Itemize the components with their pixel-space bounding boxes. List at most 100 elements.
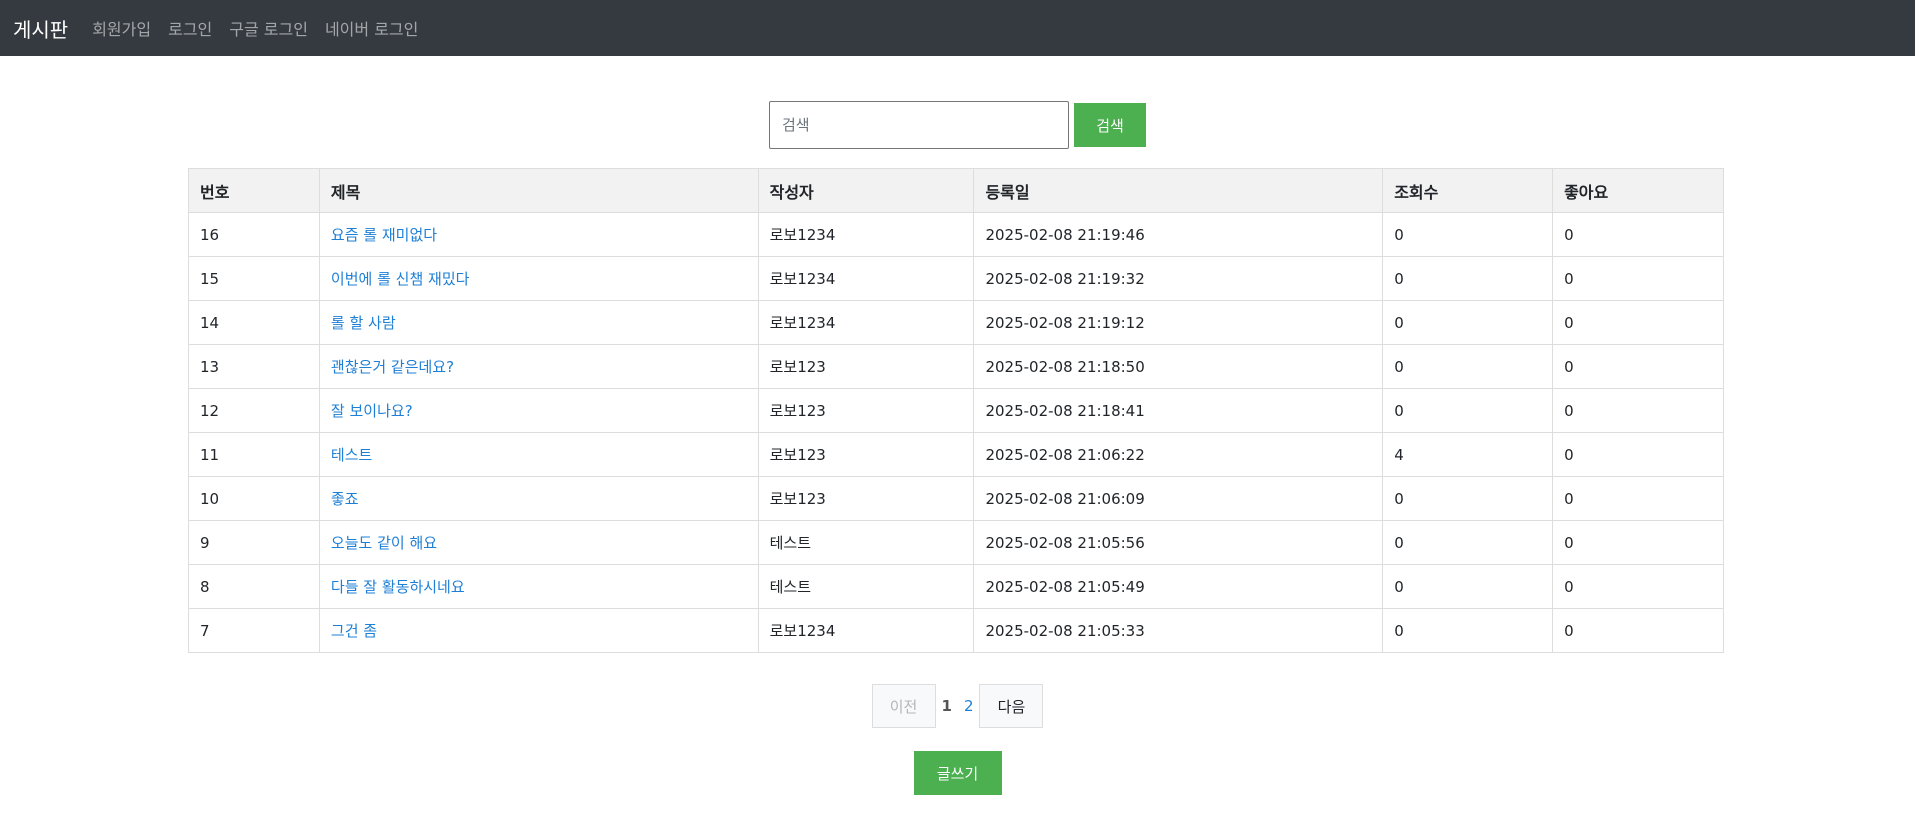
cell-author: 로보1234 xyxy=(769,314,836,332)
table-cell: 11 xyxy=(188,432,320,477)
table-cell: 2025-02-08 21:05:56 xyxy=(973,520,1384,565)
cell-author: 로보123 xyxy=(769,490,826,508)
search-input[interactable] xyxy=(769,101,1069,149)
cell-date: 2025-02-08 21:18:41 xyxy=(985,401,1145,420)
cell-author: 로보1234 xyxy=(769,270,836,288)
nav-signup-link[interactable]: 회원가입 xyxy=(92,16,151,40)
table-cell: 10 xyxy=(188,476,320,521)
cell-author: 로보1234 xyxy=(769,226,836,244)
cell-likes: 0 xyxy=(1564,445,1574,464)
next-page-button[interactable]: 다음 xyxy=(979,684,1044,728)
header-title: 제목 xyxy=(318,168,759,213)
table-cell: 0 xyxy=(1382,388,1554,433)
table-row: 16 요즘 롤 재미없다 로보1234 2025-02-08 21:19:46 0 0 xyxy=(188,212,1724,257)
table-cell: 0 xyxy=(1552,520,1724,565)
post-title-link[interactable]: 롤 할 사람 xyxy=(331,314,396,332)
cell-number: 16 xyxy=(200,225,220,244)
cell-date: 2025-02-08 21:19:32 xyxy=(985,269,1145,288)
cell-likes: 0 xyxy=(1564,577,1574,596)
table-cell: 15 xyxy=(188,256,320,301)
table-cell: 2025-02-08 21:19:12 xyxy=(973,300,1384,345)
table-cell: 이번에 롤 신챔 재밌다 xyxy=(318,256,759,301)
table-row: 15 이번에 롤 신챔 재밌다 로보1234 2025-02-08 21:19:32 0… xyxy=(188,256,1724,301)
search-button[interactable]: 검색 xyxy=(1074,103,1146,147)
table-cell: 4 xyxy=(1382,432,1554,477)
header-views: 조회수 xyxy=(1382,168,1554,213)
table-cell: 로보123 xyxy=(757,432,975,477)
page-1[interactable]: 1 xyxy=(942,697,952,715)
table-cell: 0 xyxy=(1382,476,1554,521)
post-title-link[interactable]: 테스트 xyxy=(331,446,372,464)
table-cell: 잘 보이나요? xyxy=(318,388,759,433)
table-cell: 2025-02-08 21:19:32 xyxy=(973,256,1384,301)
post-title-link[interactable]: 요즘 롤 재미없다 xyxy=(331,226,437,244)
post-title-link[interactable]: 다들 잘 활동하시네요 xyxy=(331,578,465,596)
table-cell: 0 xyxy=(1552,608,1724,653)
table-cell: 7 xyxy=(188,608,320,653)
cell-likes: 0 xyxy=(1564,489,1574,508)
table-row: 9 오늘도 같이 해요 테스트 2025-02-08 21:05:56 0 0 xyxy=(188,520,1724,565)
table-row: 8 다들 잘 활동하시네요 테스트 2025-02-08 21:05:49 0 0 xyxy=(188,564,1724,609)
prev-page-button[interactable]: 이전 xyxy=(871,684,936,728)
table-cell: 14 xyxy=(188,300,320,345)
nav-login-link[interactable]: 로그인 xyxy=(168,16,212,40)
nav-naver-login-link[interactable]: 네이버 로그인 xyxy=(325,16,418,40)
post-title-link[interactable]: 그건 좀 xyxy=(331,622,377,640)
table-cell: 오늘도 같이 해요 xyxy=(318,520,759,565)
cell-author: 테스트 xyxy=(769,578,811,596)
write-post-button[interactable]: 글쓰기 xyxy=(913,751,1002,795)
table-cell: 2025-02-08 21:05:49 xyxy=(973,564,1384,609)
cell-author: 테스트 xyxy=(769,534,811,552)
cell-number: 8 xyxy=(200,577,210,596)
cell-date: 2025-02-08 21:06:22 xyxy=(985,445,1145,464)
cell-number: 11 xyxy=(200,445,220,464)
brand-logo[interactable]: 게시판 xyxy=(13,14,68,43)
table-cell: 0 xyxy=(1382,608,1554,653)
table-cell: 9 xyxy=(188,520,320,565)
cell-date: 2025-02-08 21:18:50 xyxy=(985,357,1145,376)
page-2-link[interactable]: 2 xyxy=(964,697,974,715)
cell-views: 0 xyxy=(1394,357,1404,376)
table-row: 10 좋죠 로보123 2025-02-08 21:06:09 0 0 xyxy=(188,476,1724,521)
cell-date: 2025-02-08 21:05:56 xyxy=(985,533,1145,552)
cell-date: 2025-02-08 21:05:49 xyxy=(985,577,1145,596)
table-cell: 2025-02-08 21:19:46 xyxy=(973,212,1384,257)
cell-views: 4 xyxy=(1394,445,1404,464)
cell-views: 0 xyxy=(1394,313,1404,332)
table-cell: 0 xyxy=(1552,388,1724,433)
table-cell: 2025-02-08 21:18:50 xyxy=(973,344,1384,389)
post-title-link[interactable]: 괜찮은거 같은데요? xyxy=(331,358,454,376)
cell-date: 2025-02-08 21:05:33 xyxy=(985,621,1145,640)
table-cell: 요즘 롤 재미없다 xyxy=(318,212,759,257)
cell-likes: 0 xyxy=(1564,621,1574,640)
table-cell: 0 xyxy=(1382,300,1554,345)
nav-google-login-link[interactable]: 구글 로그인 xyxy=(229,16,308,40)
table-cell: 그건 좀 xyxy=(318,608,759,653)
table-cell: 로보1234 xyxy=(757,212,975,257)
post-title-link[interactable]: 잘 보이나요? xyxy=(331,402,413,420)
table-cell: 2025-02-08 21:18:41 xyxy=(973,388,1384,433)
table-cell: 로보123 xyxy=(757,388,975,433)
cell-number: 13 xyxy=(200,357,220,376)
header-author: 작성자 xyxy=(757,168,975,213)
table-cell: 로보123 xyxy=(757,344,975,389)
write-row: 글쓰기 xyxy=(0,751,1915,795)
table-row: 13 괜찮은거 같은데요? 로보123 2025-02-08 21:18:50 0 0 xyxy=(188,344,1724,389)
cell-author: 로보1234 xyxy=(769,622,836,640)
post-title-link[interactable]: 이번에 롤 신챔 재밌다 xyxy=(331,270,470,288)
table-cell: 0 xyxy=(1382,256,1554,301)
header-likes: 좋아요 xyxy=(1552,168,1724,213)
table-row: 14 롤 할 사람 로보1234 2025-02-08 21:19:12 0 0 xyxy=(188,300,1724,345)
cell-author: 로보123 xyxy=(769,358,826,376)
cell-views: 0 xyxy=(1394,401,1404,420)
cell-likes: 0 xyxy=(1564,313,1574,332)
table-cell: 테스트 xyxy=(757,520,975,565)
table-cell: 테스트 xyxy=(318,432,759,477)
cell-author: 로보123 xyxy=(769,446,826,464)
post-title-link[interactable]: 좋죠 xyxy=(331,490,359,508)
table-row: 7 그건 좀 로보1234 2025-02-08 21:05:33 0 0 xyxy=(188,608,1724,653)
table-cell: 0 xyxy=(1552,476,1724,521)
table-cell: 로보123 xyxy=(757,476,975,521)
post-title-link[interactable]: 오늘도 같이 해요 xyxy=(331,534,437,552)
cell-number: 7 xyxy=(200,621,210,640)
